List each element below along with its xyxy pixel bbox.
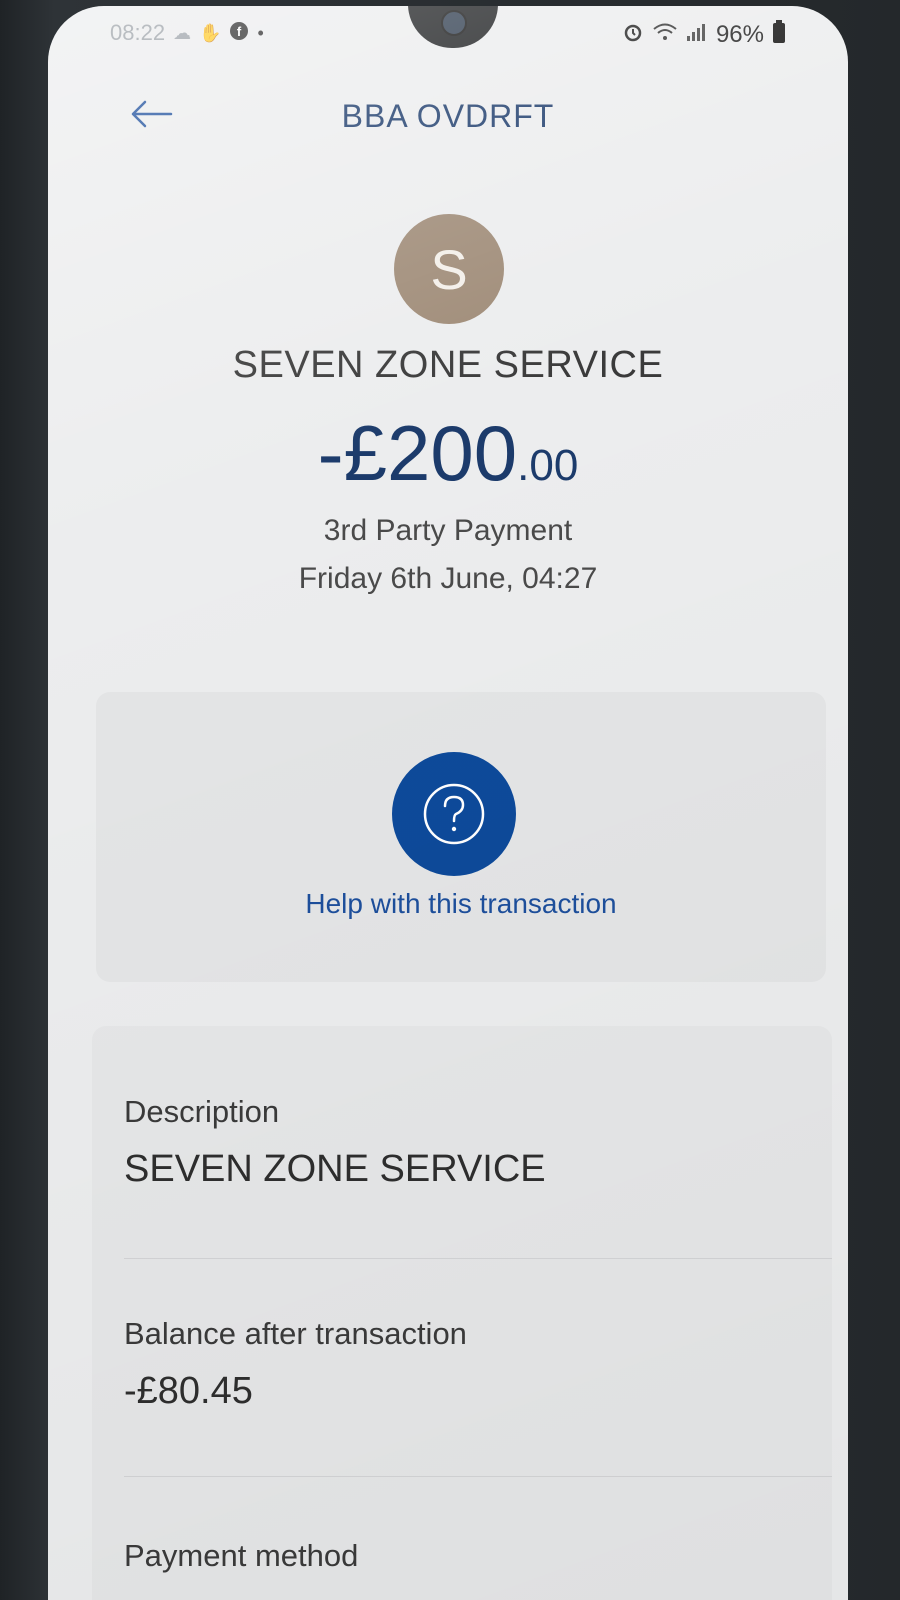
- battery-percent: 96%: [715, 20, 764, 48]
- merchant-name: SEVEN ZONE SERVICE: [232, 344, 664, 386]
- detail-label: Payment method: [124, 1538, 359, 1573]
- transaction-amount: -£200.00: [48, 414, 848, 492]
- transaction-date: Friday 6th June, 04:27: [298, 562, 598, 595]
- svg-text:f: f: [237, 24, 242, 39]
- avatar-letter: S: [430, 237, 468, 301]
- detail-row-description: Description SEVEN ZONE SERVICE: [124, 1094, 812, 1191]
- signal-icon: [686, 22, 708, 47]
- hand-icon: ✋: [199, 22, 222, 43]
- amount-pence: .00: [517, 441, 579, 490]
- detail-row-balance: Balance after transaction -£80.45: [124, 1316, 812, 1413]
- alarm-icon: [622, 21, 644, 48]
- help-card: Help with this transaction: [96, 692, 826, 982]
- wifi-icon: [652, 22, 678, 47]
- status-left: 08:22 ☁ ✋ f •: [110, 20, 264, 46]
- details-card: Description SEVEN ZONE SERVICE Balance a…: [92, 1026, 832, 1600]
- phone-frame: 08:22 ☁ ✋ f • 96% BBA OVDRFT S SEVEN ZON…: [0, 0, 900, 1600]
- status-time: 08:22: [110, 20, 166, 45]
- detail-label: Balance after transaction: [124, 1316, 467, 1351]
- help-link[interactable]: Help with this transaction: [96, 888, 826, 920]
- amount-main: -£200: [317, 409, 518, 497]
- dot-icon: •: [257, 22, 264, 43]
- page-title: BBA OVDRFT: [341, 98, 555, 134]
- question-icon: [423, 783, 485, 845]
- transaction-type: 3rd Party Payment: [323, 514, 573, 547]
- detail-value: SEVEN ZONE SERVICE: [124, 1148, 546, 1190]
- detail-label: Description: [124, 1094, 280, 1129]
- facebook-icon: f: [229, 21, 249, 46]
- divider: [124, 1258, 832, 1259]
- header: BBA OVDRFT: [48, 86, 848, 146]
- status-right: 96%: [622, 20, 786, 49]
- help-button[interactable]: [392, 752, 516, 876]
- divider: [124, 1476, 832, 1477]
- merchant-avatar: S: [394, 214, 504, 324]
- detail-row-payment-method: Payment method: [124, 1538, 812, 1592]
- screen: 08:22 ☁ ✋ f • 96% BBA OVDRFT S SEVEN ZON…: [48, 6, 848, 1600]
- detail-value: -£80.45: [124, 1370, 253, 1412]
- battery-icon: [772, 20, 786, 49]
- cloud-icon: ☁: [173, 22, 192, 43]
- camera-icon: [441, 10, 467, 36]
